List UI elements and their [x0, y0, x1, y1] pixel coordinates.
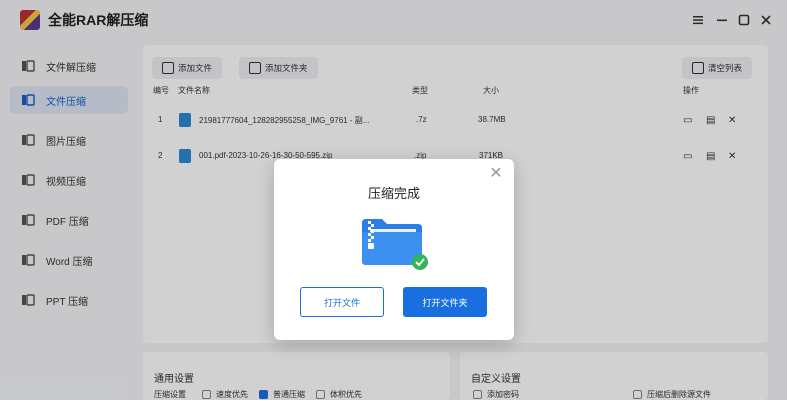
- open-folder-button[interactable]: 打开文件夹: [403, 287, 487, 317]
- zip-folder-success-icon: [358, 215, 430, 271]
- close-icon[interactable]: ✕: [488, 166, 504, 182]
- open-file-button[interactable]: 打开文件: [300, 287, 384, 317]
- compress-complete-dialog: ✕ 压缩完成 打开文件 打开文件夹: [274, 159, 514, 340]
- dialog-title: 压缩完成: [367, 186, 420, 201]
